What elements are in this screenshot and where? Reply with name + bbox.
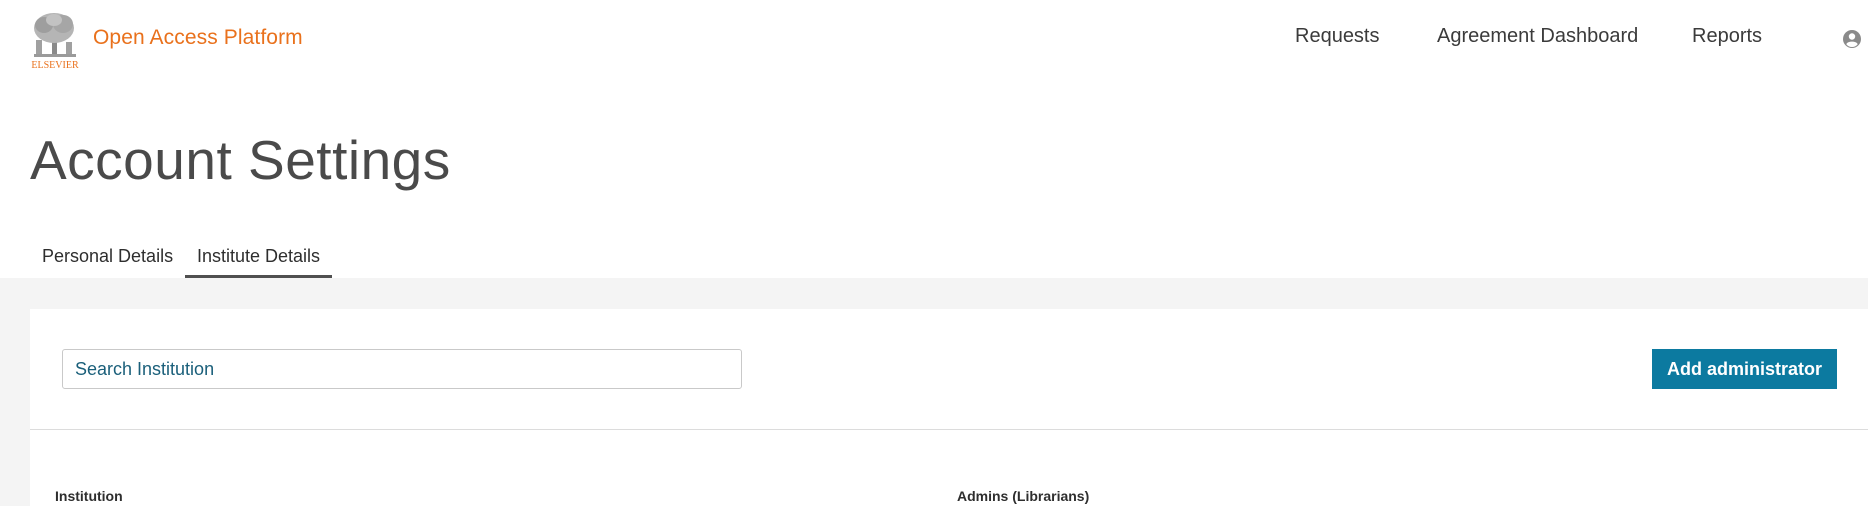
tab-personal-details[interactable]: Personal Details: [30, 238, 185, 278]
page-title: Account Settings: [30, 129, 451, 191]
page: ELSEVIER Open Access Platform Requests A…: [0, 0, 1868, 506]
nav-requests[interactable]: Requests: [1295, 25, 1380, 48]
elsevier-logo[interactable]: ELSEVIER: [28, 10, 82, 71]
svg-text:ELSEVIER: ELSEVIER: [31, 60, 79, 70]
column-header-admins: Admins (Librarians): [957, 488, 1090, 504]
user-avatar-icon[interactable]: [1842, 29, 1862, 49]
column-header-institution: Institution: [55, 488, 123, 504]
nav-agreement-dashboard[interactable]: Agreement Dashboard: [1437, 25, 1638, 48]
nav-reports[interactable]: Reports: [1692, 25, 1762, 48]
add-administrator-button[interactable]: Add administrator: [1652, 349, 1837, 389]
search-institution-input[interactable]: [62, 349, 742, 389]
tab-institute-details[interactable]: Institute Details: [185, 238, 333, 278]
top-header: ELSEVIER Open Access Platform Requests A…: [0, 0, 1868, 80]
app-title[interactable]: Open Access Platform: [93, 26, 303, 50]
card-divider: [30, 429, 1868, 430]
institute-card: [30, 309, 1868, 506]
